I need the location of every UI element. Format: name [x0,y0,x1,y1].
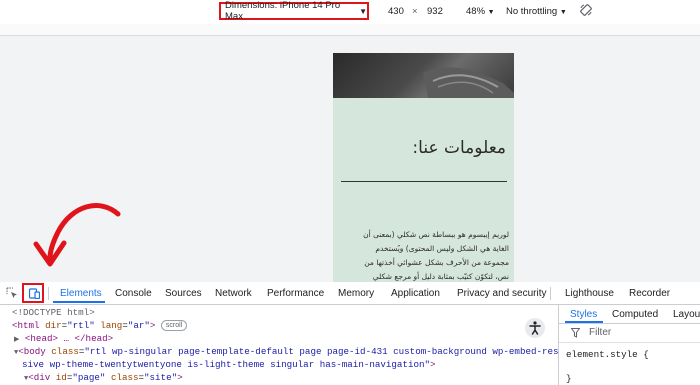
ruler-divider [0,35,700,36]
attr-name: lang [100,320,123,331]
paragraph-line: الغاية هي الشكل وليس المحتوى) ويُستخدم [375,244,509,253]
tag-close: > [430,359,436,370]
device-toolbar-toggle[interactable] [22,283,44,303]
styles-pane: Styles Computed Layout Filter element.st… [558,305,700,385]
body-tag: <body [18,346,46,357]
dom-line-doctype[interactable]: <!DOCTYPE html> [12,306,95,319]
filter-icon [571,328,580,338]
tag-close: > [149,320,156,331]
about-heading: معلومات عنا: [412,138,506,158]
styles-tabbar: Styles Computed Layout [559,305,700,324]
element-style-rule[interactable]: element.style { [566,349,649,360]
paragraph-line: لوريم إيبسوم هو ببساطة نص شكلي (بمعنى أن [363,230,509,239]
tab-computed[interactable]: Computed [612,309,658,320]
tab-lighthouse[interactable]: Lighthouse [565,288,614,299]
inspect-element-icon[interactable] [6,287,18,299]
tab-layout[interactable]: Layout [673,309,700,320]
width-input[interactable]: 430 [388,6,404,17]
tab-console[interactable]: Console [115,288,152,299]
accessibility-icon [529,321,541,335]
paragraph-line: مجموعة من الأحرف بشكل عشوائي أخذتها من [364,258,509,267]
zoom-select[interactable]: 48% ▼ [466,6,495,17]
expand-triangle-icon[interactable]: ▶ [14,336,19,344]
device-viewport[interactable]: معلومات عنا: لوريم إيبسوم هو ببساطة نص ش… [333,53,514,282]
devtools-panel: Elements Console Sources Network Perform… [0,282,700,385]
attr-name: class [110,372,139,383]
devtools-tabbar: Elements Console Sources Network Perform… [0,282,700,305]
tab-recorder[interactable]: Recorder [629,288,670,299]
paragraph-line: نص، لتكوّن كتيّب بمثابة دليل أو مرجع شكل… [372,272,509,281]
attr-value: sive wp-theme-twentytwentyone is-light-t… [22,359,430,370]
attr-value: "page" [72,372,106,383]
attr-value: "ar" [127,320,150,331]
throttling-label: No throttling [506,6,558,17]
div-tag: <div [28,372,51,383]
about-section: معلومات عنا: لوريم إيبسوم هو ببساطة نص ش… [333,98,514,282]
tab-application[interactable]: Application [391,288,440,299]
tab-separator [550,287,551,300]
attr-value: "rtl" [67,320,95,331]
heading-divider [341,181,507,182]
tab-privacy-security[interactable]: Privacy and security [457,288,546,299]
throttling-select[interactable]: No throttling ▼ [506,6,567,17]
rotate-icon[interactable] [579,3,593,17]
chevron-down-icon: ▼ [487,9,495,16]
tag-close: > [177,372,183,383]
tab-styles[interactable]: Styles [570,309,597,320]
device-toggle-icon [29,288,40,299]
device-toolbar: Dimensions: iPhone 14 Pro Max ▼ 430 × 93… [0,0,700,24]
tab-sources[interactable]: Sources [165,288,202,299]
head-tag: <head> … </head> [24,333,114,344]
doctype-text: <!DOCTYPE html> [12,307,95,318]
media-query-ruler [0,24,700,35]
attr-name: dir [45,320,62,331]
dom-line-div-page[interactable]: ▼<div id="page" class="site"> [24,371,183,385]
zoom-label: 48% [466,6,486,17]
scroll-badge[interactable]: scroll [160,320,188,332]
chevron-down-icon: ▼ [359,6,367,16]
styles-filter[interactable]: Filter [559,324,700,343]
tab-network[interactable]: Network [215,288,252,299]
tab-performance[interactable]: Performance [267,288,324,299]
height-input[interactable]: 932 [427,6,443,17]
device-dimensions-select[interactable]: Dimensions: iPhone 14 Pro Max ▼ [219,0,369,22]
tab-elements[interactable]: Elements [60,288,102,299]
accessibility-tree-button[interactable] [525,318,545,338]
dom-line-html[interactable]: <html dir="rtl" lang="ar"> scroll [12,319,188,332]
element-style-close: } [566,373,572,384]
filter-placeholder: Filter [589,327,612,338]
active-tab-indicator [565,321,603,323]
tab-memory[interactable]: Memory [338,288,374,299]
attr-value: "site" [144,372,178,383]
active-tab-indicator [53,301,105,303]
header-image [333,53,514,98]
chevron-down-icon: ▼ [559,9,567,16]
attr-name: class [51,346,79,357]
device-dimensions-label: Dimensions: iPhone 14 Pro Max [225,0,341,22]
about-paragraph: لوريم إيبسوم هو ببساطة نص شكلي (بمعنى أن… [339,228,509,282]
tab-separator [48,287,49,300]
html-tag: <html [12,320,40,331]
times-sign: × [412,6,418,17]
dom-tree[interactable]: <!DOCTYPE html> <html dir="rtl" lang="ar… [0,305,558,385]
attr-value: "rtl wp-singular page-template-default p… [84,346,558,357]
dom-line-body-cont[interactable]: sive wp-theme-twentytwentyone is-light-t… [22,358,436,371]
attr-name: id [55,372,67,383]
